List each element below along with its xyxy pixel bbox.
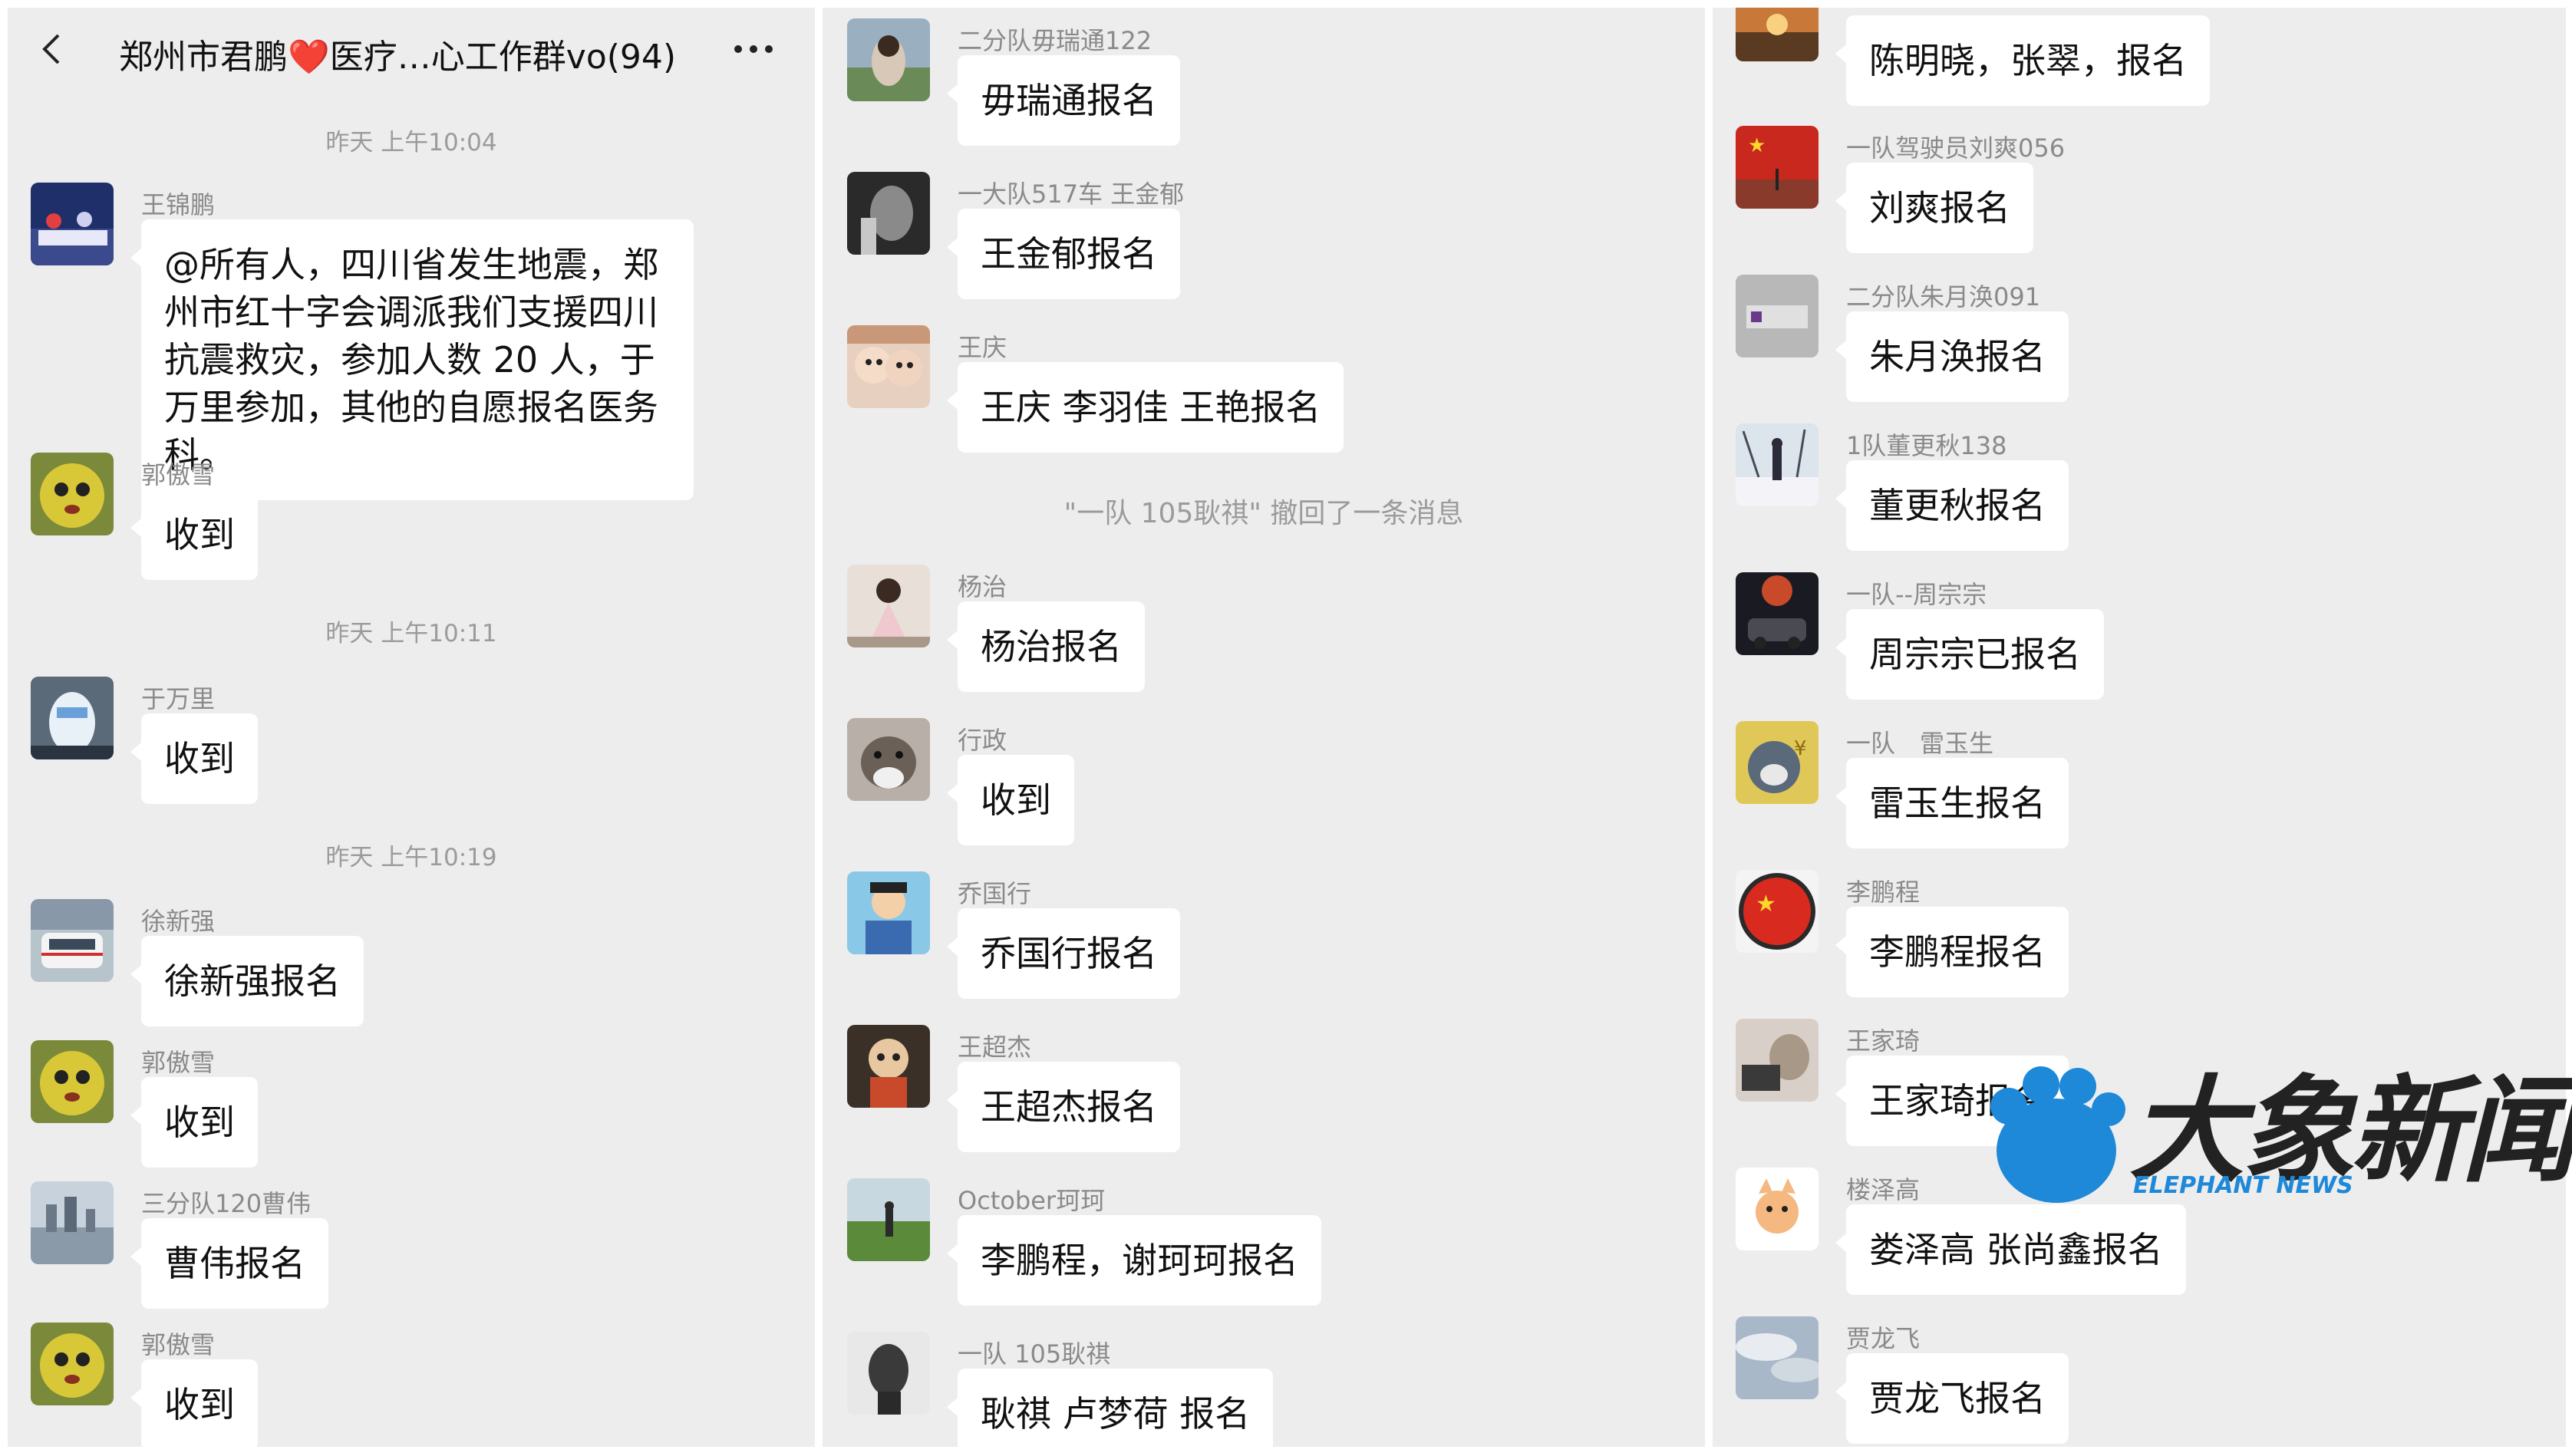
paw-logo-icon [1990, 1066, 2125, 1203]
avatar[interactable] [847, 871, 930, 954]
message-bubble[interactable]: 雷玉生报名 [1835, 758, 2069, 848]
message-bubble[interactable]: 收到 [130, 1077, 258, 1168]
sender-name: 李鹏程 [1846, 878, 1921, 907]
timestamp: 昨天 上午10:19 [325, 844, 497, 871]
message-bubble[interactable]: 李鹏程，谢珂珂报名 [947, 1215, 1321, 1306]
message-bubble[interactable]: @所有人，四川省发生地震，郑州市红十字会调派我们支援四川抗震救灾，参加人数 20… [130, 219, 694, 500]
elephant-news-watermark: 大象新闻 ELEPHANT NEWS [1980, 1059, 2572, 1212]
avatar[interactable] [31, 1040, 114, 1123]
chat-panel-3: 陈明晓，张翠，报名 ★ 一队驾驶员刘爽056 刘爽报名 二分队朱月涣091 朱月… [1713, 8, 2566, 1447]
sender-name: 王锦鹏 [141, 190, 216, 219]
avatar[interactable]: ★ [1736, 870, 1819, 953]
message-bubble[interactable]: 收到 [130, 713, 258, 804]
sender-name: 郭傲雪 [141, 460, 216, 489]
svg-text:★: ★ [1748, 134, 1766, 157]
message-bubble[interactable]: 收到 [130, 1359, 258, 1447]
sender-name: 三分队120曹伟 [141, 1189, 312, 1218]
message-bubble[interactable]: 朱月涣报名 [1835, 311, 2069, 402]
avatar[interactable] [1736, 275, 1819, 357]
message-bubble[interactable]: 杨治报名 [947, 601, 1145, 692]
avatar[interactable] [847, 565, 930, 647]
message-bubble[interactable]: 徐新强报名 [130, 936, 364, 1026]
sender-name: 一队 雷玉生 [1846, 729, 1994, 758]
svg-text:★: ★ [1756, 891, 1776, 917]
timestamp: 昨天 上午10:04 [325, 129, 497, 156]
sender-name: 二分队朱月涣091 [1846, 282, 2041, 311]
watermark-english-text: ELEPHANT NEWS [2133, 1172, 2353, 1199]
sender-name: 二分队毋瑞通122 [958, 26, 1152, 55]
avatar[interactable] [1736, 1168, 1819, 1250]
svg-text:¥: ¥ [1794, 737, 1807, 760]
sender-name: 王庆 [958, 333, 1007, 362]
sender-name: 贾龙飞 [1846, 1324, 1921, 1353]
avatar[interactable] [847, 718, 930, 801]
avatar[interactable] [847, 1332, 930, 1415]
avatar[interactable]: ★ [1736, 126, 1819, 209]
chat-panel-2: 二分队毋瑞通122 毋瑞通报名 一大队517车 王金郁 王金郁报名 王庆 王庆 … [823, 8, 1705, 1447]
message-bubble[interactable]: 收到 [130, 489, 258, 580]
sender-name: 徐新强 [141, 907, 216, 936]
avatar[interactable] [847, 325, 930, 408]
avatar[interactable] [31, 1323, 114, 1405]
chat-header: 郑州市君鹏❤️医疗…心工作群vo(94) [8, 8, 815, 92]
avatar[interactable] [31, 183, 114, 265]
message-bubble[interactable]: 刘爽报名 [1835, 163, 2033, 253]
avatar[interactable] [847, 1025, 930, 1108]
message-bubble[interactable]: 周宗宗已报名 [1835, 609, 2104, 700]
message-bubble[interactable]: 陈明晓，张翠，报名 [1835, 15, 2210, 106]
timestamp: 昨天 上午10:11 [325, 620, 497, 647]
chat-panel-1: 郑州市君鹏❤️医疗…心工作群vo(94) 昨天 上午10:04 王锦鹏 @所有人… [8, 8, 815, 1447]
sender-name: 于万里 [141, 684, 216, 713]
sender-name: 郭傲雪 [141, 1330, 216, 1359]
sender-name: 乔国行 [958, 879, 1032, 908]
sender-name: 杨治 [958, 572, 1007, 601]
sender-name: 一队--周宗宗 [1846, 580, 1987, 609]
message-bubble[interactable]: 王庆 李羽佳 王艳报名 [946, 362, 1344, 453]
message-bubble[interactable]: 王超杰报名 [947, 1062, 1180, 1152]
avatar[interactable] [847, 172, 930, 255]
avatar[interactable] [1736, 423, 1819, 506]
message-bubble[interactable]: 董更秋报名 [1835, 460, 2069, 551]
avatar[interactable] [1736, 572, 1819, 655]
message-bubble[interactable]: 贾龙飞报名 [1835, 1353, 2069, 1444]
message-bubble[interactable]: 毋瑞通报名 [947, 55, 1180, 146]
avatar[interactable] [31, 677, 114, 759]
sender-name: 一大队517车 王金郁 [958, 180, 1185, 209]
group-chat-title: 郑州市君鹏❤️医疗…心工作群vo(94) [119, 38, 677, 77]
more-options-icon[interactable] [730, 35, 777, 63]
avatar[interactable] [31, 453, 114, 535]
sender-name: 一队驾驶员刘爽056 [1846, 133, 2066, 163]
message-bubble[interactable]: 收到 [947, 755, 1074, 845]
recall-notice: "一队 105耿祺" 撤回了一条消息 [1063, 498, 1464, 529]
avatar[interactable] [1736, 1019, 1819, 1102]
sender-name: 王超杰 [958, 1033, 1032, 1062]
sender-name: 楼泽高 [1846, 1175, 1921, 1204]
back-arrow-icon[interactable] [35, 32, 69, 66]
message-bubble[interactable]: 耿祺 卢梦荷 报名 [946, 1369, 1274, 1447]
sender-name: 行政 [958, 726, 1007, 755]
message-bubble[interactable]: 曹伟报名 [130, 1218, 328, 1309]
sender-name: October珂珂 [958, 1186, 1106, 1215]
avatar[interactable] [1736, 1316, 1819, 1399]
sender-name: 1队董更秋138 [1846, 431, 2007, 460]
avatar[interactable] [31, 1181, 114, 1264]
message-bubble[interactable]: 王金郁报名 [947, 209, 1180, 299]
avatar[interactable] [847, 1178, 930, 1261]
avatar[interactable] [31, 899, 114, 982]
sender-name: 王家琦 [1846, 1026, 1921, 1056]
avatar[interactable] [847, 18, 930, 101]
message-bubble[interactable]: 娄泽高 张尚鑫报名 [1835, 1204, 2186, 1295]
avatar[interactable] [1736, 8, 1819, 61]
message-bubble[interactable]: 乔国行报名 [947, 908, 1180, 999]
sender-name: 一队 105耿祺 [958, 1339, 1111, 1369]
message-bubble[interactable]: 李鹏程报名 [1835, 907, 2069, 997]
sender-name: 郭傲雪 [141, 1048, 216, 1077]
avatar[interactable]: ¥ [1736, 721, 1819, 804]
